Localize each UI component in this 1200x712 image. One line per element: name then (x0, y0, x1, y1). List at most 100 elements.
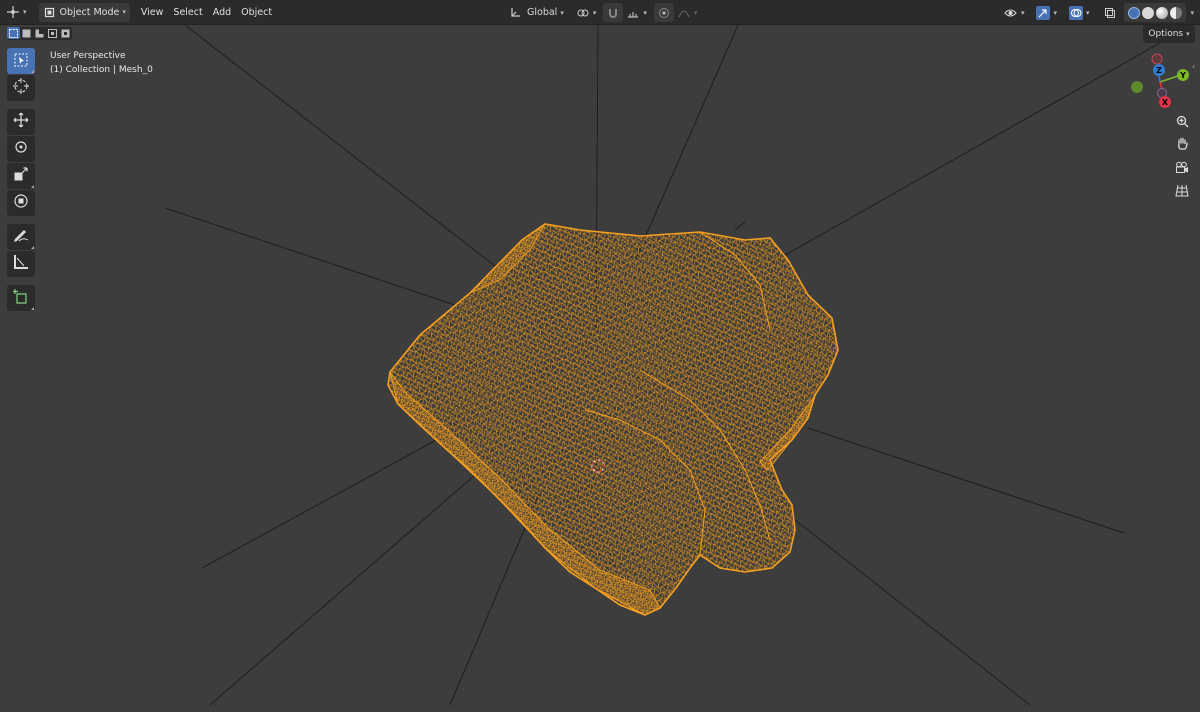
select-intersect-icon[interactable] (46, 27, 59, 39)
3d-viewport[interactable] (0, 0, 1200, 712)
chevron-down-icon: ▾ (122, 8, 126, 16)
rendered-shading-icon[interactable] (1170, 6, 1183, 19)
select-mode-group (7, 27, 72, 40)
zoom-icon (1176, 113, 1189, 132)
chevron-down-icon: ▾ (1020, 8, 1025, 17)
annotate-icon (13, 227, 29, 247)
tool-variants-corner (31, 307, 34, 310)
select-box-icon (14, 52, 28, 71)
collection-line: (1) Collection | Mesh_0 (50, 65, 153, 75)
snap-magnet-icon (606, 6, 620, 20)
tool-transform[interactable] (7, 190, 35, 216)
camera-icon (1175, 159, 1189, 178)
scale-icon (13, 166, 29, 186)
mesh-wireframe (387, 223, 839, 616)
gizmo-icon (1036, 5, 1051, 20)
menu-object[interactable]: Object (236, 3, 277, 22)
gizmo-neg-y-icon[interactable] (1131, 81, 1143, 93)
header-right-controls: ▾ ▾ ▾ ▾ (1001, 3, 1194, 22)
tool-move[interactable] (7, 109, 35, 135)
tool-variants-corner (31, 70, 34, 73)
view-name: User Perspective (50, 51, 126, 61)
tool-variants-corner (31, 246, 34, 249)
select-extend-icon[interactable] (20, 27, 33, 39)
wireframe-shading-icon[interactable] (1128, 6, 1141, 19)
viewport-info: User Perspective (1) Collection | Mesh_0 (50, 49, 153, 77)
gizmo-x-label: X (1162, 98, 1169, 107)
tool-annotate[interactable] (7, 224, 35, 250)
viewport-scene[interactable] (0, 0, 1200, 712)
options-dropdown[interactable]: Options ▾ (1143, 25, 1195, 43)
proportional-edit-toggle[interactable] (653, 3, 674, 22)
move-icon (13, 112, 29, 132)
visibility-dropdown[interactable]: ▾ (1001, 3, 1028, 22)
select-invert-icon[interactable] (59, 27, 72, 39)
menu-view[interactable]: View (136, 3, 169, 22)
pivot-dropdown[interactable]: ▾ (573, 3, 600, 22)
menu-select[interactable]: Select (168, 3, 207, 22)
gizmo-neg-x-icon[interactable] (1151, 53, 1163, 65)
menu-add[interactable]: Add (208, 3, 236, 22)
shading-modes (1124, 3, 1187, 22)
chevron-down-icon: ▾ (592, 8, 597, 17)
gizmo-x-axis-icon[interactable]: X (1159, 96, 1171, 108)
xray-icon (1103, 6, 1117, 20)
chevron-down-icon: ▾ (693, 8, 698, 17)
pan-hand-icon (1176, 136, 1189, 155)
chevron-down-icon: ▾ (1053, 8, 1057, 17)
visibility-icon (1004, 6, 1018, 20)
tool-rotate[interactable] (7, 136, 35, 162)
chevron-down-icon: ▾ (643, 8, 647, 17)
chevron-down-icon: ▾ (1085, 8, 1090, 17)
gizmo-y-axis-icon[interactable]: Y (1177, 69, 1189, 81)
falloff-curve-icon (677, 6, 691, 20)
xray-toggle[interactable] (1100, 3, 1120, 22)
object-mode-icon (43, 5, 57, 19)
mode-dropdown[interactable]: Object Mode ▾ (38, 2, 130, 22)
tool-cursor[interactable] (7, 75, 35, 101)
overlay-icon (1068, 5, 1083, 20)
shading-options-chevron-icon[interactable]: ▾ (1190, 9, 1194, 17)
orientation-dropdown[interactable]: Global ▾ (505, 3, 567, 22)
editor-type-button[interactable]: ▾ (2, 3, 31, 22)
falloff-dropdown[interactable]: ▾ (674, 3, 701, 22)
tool-add-cube[interactable] (7, 285, 35, 311)
chevron-down-icon: ▾ (1186, 30, 1190, 38)
overlay-toggle[interactable]: ▾ (1066, 3, 1093, 22)
pivot-icon (576, 6, 590, 20)
add-cube-icon (13, 288, 29, 308)
solid-shading-icon[interactable] (1142, 6, 1155, 19)
measure-icon (13, 254, 29, 274)
orientation-icon (508, 6, 522, 20)
snap-toggle[interactable] (603, 3, 624, 22)
pan-button[interactable] (1171, 135, 1193, 155)
gizmo-toggle[interactable]: ▾ (1033, 3, 1060, 22)
tool-scale[interactable] (7, 163, 35, 189)
gizmo-y-label: Y (1179, 71, 1186, 80)
viewport-header: ▾ Object Mode ▾ View Select Add Object G… (0, 0, 1200, 25)
tool-measure[interactable] (7, 251, 35, 277)
ortho-grid-icon (1175, 182, 1189, 201)
cursor-icon (13, 78, 29, 98)
tool-select-box[interactable] (7, 48, 35, 74)
select-new-icon[interactable] (7, 27, 20, 39)
navigation-gizmo[interactable]: Z Y X (1125, 50, 1195, 112)
viewport-editor-icon (6, 5, 20, 19)
camera-view-button[interactable] (1171, 158, 1193, 178)
gizmo-z-label: Z (1156, 66, 1162, 75)
chevron-down-icon: ▾ (23, 8, 27, 16)
snap-increment-icon (626, 6, 640, 20)
proportional-edit-icon (657, 6, 671, 20)
tool-variants-corner (31, 185, 34, 188)
ortho-toggle-button[interactable] (1171, 181, 1193, 201)
gizmo-z-axis-icon[interactable]: Z (1153, 64, 1165, 76)
select-subtract-icon[interactable] (33, 27, 46, 39)
material-shading-icon[interactable] (1156, 6, 1169, 19)
orientation-label: Global (527, 7, 558, 18)
mode-label: Object Mode (59, 6, 120, 18)
chevron-down-icon: ▾ (560, 8, 564, 17)
zoom-button[interactable] (1171, 112, 1193, 132)
snap-target-dropdown[interactable]: ▾ (623, 3, 650, 22)
transform-icon (13, 193, 29, 213)
rotate-icon (13, 139, 29, 159)
